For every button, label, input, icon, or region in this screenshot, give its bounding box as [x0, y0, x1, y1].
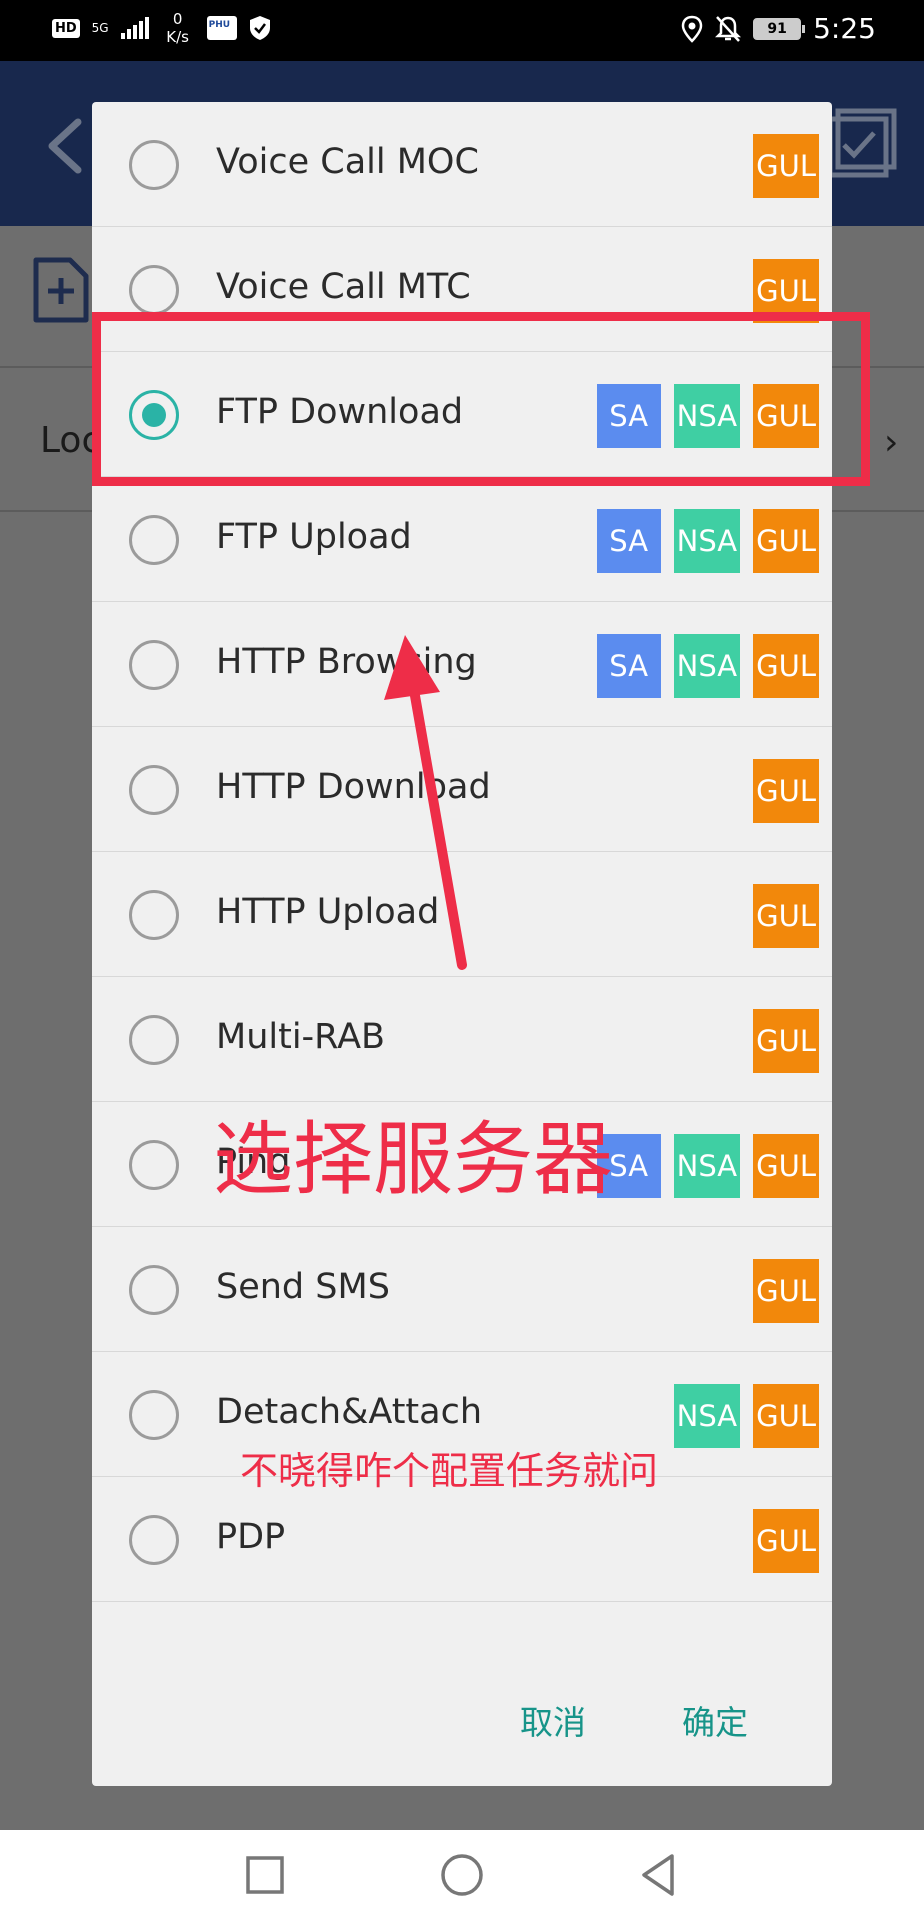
service-option[interactable]: Voice Call MOC GUL — [92, 102, 832, 227]
network-badges: GUL — [753, 759, 819, 823]
network-badges: NSA GUL — [673, 1384, 819, 1448]
badge-gul: GUL — [753, 884, 819, 948]
network-badges: GUL — [753, 1009, 819, 1073]
badge-sa: SA — [596, 634, 661, 698]
dialog-buttons: 取消 确定 — [92, 1642, 832, 1786]
badge-gul: GUL — [753, 759, 819, 823]
badge-gul: GUL — [753, 1259, 819, 1323]
service-option-label: Detach&Attach — [216, 1392, 483, 1432]
service-option-label: Voice Call MTC — [216, 267, 471, 307]
network-speed-value: 0 — [172, 10, 183, 28]
radio-button[interactable] — [129, 890, 179, 940]
recent-apps-icon[interactable] — [240, 1850, 290, 1900]
battery-icon: 91 — [753, 17, 806, 40]
network-badges: GUL — [753, 1259, 819, 1323]
radio-button[interactable] — [129, 1515, 179, 1565]
radio-button[interactable] — [129, 1265, 179, 1315]
network-badges: GUL — [753, 884, 819, 948]
network-type: 5G — [91, 21, 109, 35]
app-notification-label: PHU — [208, 20, 231, 30]
badge-gul: GUL — [753, 1009, 819, 1073]
badge-gul: GUL — [753, 634, 819, 698]
service-option-label: Voice Call MOC — [216, 142, 479, 182]
network-speed-unit: K/s — [166, 28, 189, 46]
annotation-select-server: 选择服务器 — [213, 1113, 613, 1206]
service-option[interactable]: Send SMS GUL — [92, 1227, 832, 1352]
badge-nsa: NSA — [673, 634, 741, 698]
service-option[interactable]: FTP Upload SA NSA GUL — [92, 477, 832, 602]
highlight-box-annotation — [92, 312, 870, 486]
radio-button[interactable] — [129, 265, 179, 315]
radio-button[interactable] — [129, 1140, 179, 1190]
badge-sa: SA — [596, 509, 661, 573]
navigation-bar — [0, 1830, 924, 1920]
badge-nsa: NSA — [673, 509, 741, 573]
service-option[interactable]: HTTP Download GUL — [92, 727, 832, 852]
mute-bell-icon — [715, 15, 742, 42]
badge-gul: GUL — [753, 509, 819, 573]
service-option-label: HTTP Upload — [216, 892, 440, 932]
network-badges: GUL — [753, 1509, 819, 1573]
radio-button[interactable] — [129, 1390, 179, 1440]
badge-gul: GUL — [753, 134, 819, 198]
radio-button[interactable] — [129, 765, 179, 815]
network-badges: SA NSA GUL — [596, 509, 819, 573]
confirm-button[interactable]: 确定 — [682, 1696, 748, 1744]
radio-button[interactable] — [129, 140, 179, 190]
hd-icon: HD — [52, 18, 80, 38]
service-option[interactable]: HTTP Browsing SA NSA GUL — [92, 602, 832, 727]
radio-button[interactable] — [129, 1015, 179, 1065]
status-bar: HD 5G 0 K/s PHU 91 5:25 — [0, 0, 924, 61]
app-notification-icon: PHU — [206, 16, 237, 40]
service-option[interactable]: Multi-RAB GUL — [92, 977, 832, 1102]
back-arrow-icon[interactable] — [40, 116, 90, 176]
network-badges: SA NSA GUL — [596, 634, 819, 698]
service-option-label: HTTP Download — [216, 767, 491, 807]
annotation-help-note: 不晓得咋个配置任务就问 — [240, 1449, 659, 1493]
signal-icon — [120, 17, 149, 39]
home-icon[interactable] — [437, 1850, 487, 1900]
service-option[interactable]: HTTP Upload GUL — [92, 852, 832, 977]
badge-gul: GUL — [753, 1134, 819, 1198]
location-icon — [681, 15, 703, 43]
badge-gul: GUL — [753, 1384, 819, 1448]
badge-gul: GUL — [753, 1509, 819, 1573]
badge-nsa: NSA — [673, 1134, 741, 1198]
shield-icon — [249, 16, 270, 40]
service-option-label: FTP Upload — [216, 517, 412, 557]
radio-button[interactable] — [129, 515, 179, 565]
checkbox-select-icon[interactable] — [826, 107, 898, 179]
back-nav-icon[interactable] — [634, 1850, 684, 1900]
service-option[interactable]: PDP GUL — [92, 1477, 832, 1602]
service-option-label: Send SMS — [216, 1267, 390, 1307]
radio-button[interactable] — [129, 640, 179, 690]
service-option-label: PDP — [216, 1517, 286, 1557]
network-badges: GUL — [753, 134, 819, 198]
chevron-right-icon: › — [884, 422, 899, 463]
network-badges: SA NSA GUL — [596, 1134, 819, 1198]
badge-nsa: NSA — [673, 1384, 741, 1448]
service-option-label: HTTP Browsing — [216, 642, 477, 682]
new-document-icon[interactable] — [32, 256, 90, 324]
service-option-label: Multi-RAB — [216, 1017, 386, 1057]
clock: 5:25 — [813, 12, 876, 45]
network-speed: 0 K/s — [161, 10, 195, 46]
cancel-button[interactable]: 取消 — [520, 1696, 586, 1744]
